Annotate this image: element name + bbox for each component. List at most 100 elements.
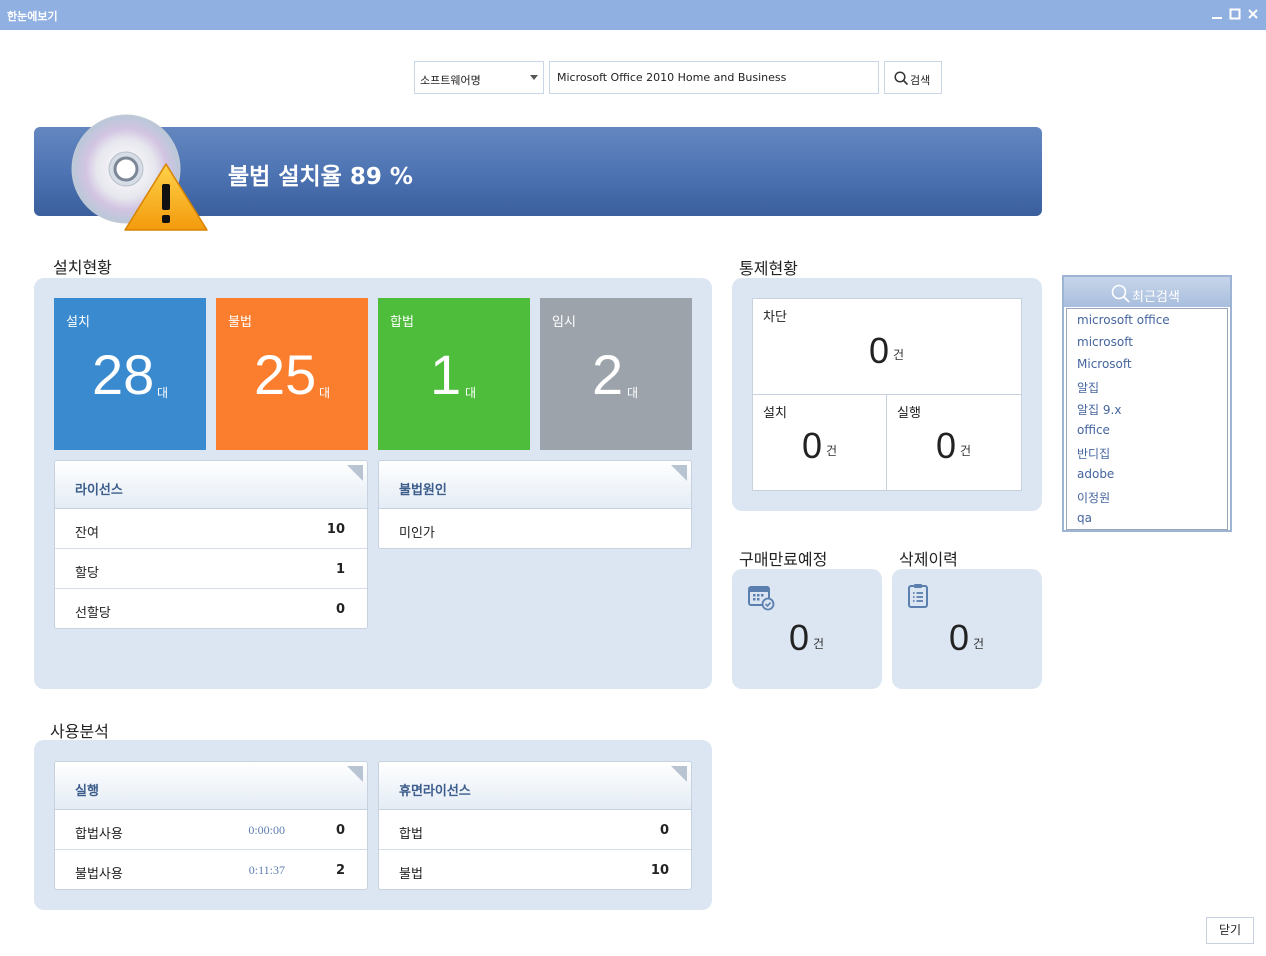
tile-illegal-value: 25 [254,343,317,406]
tile-installed-unit: 대 [157,386,169,400]
search-icon [1111,284,1130,303]
tile-installed-value: 28 [92,343,155,406]
install-status-title: 설치현황 [53,258,112,277]
corner-fold-icon [347,766,363,782]
chevron-down-icon [530,75,538,80]
idle-license-card: 휴면라이선스 합법 0 불법 10 [378,761,692,890]
block-value: 0 [869,330,890,371]
minimize-icon[interactable] [1210,7,1224,21]
license-card-title: 라이선스 [75,483,123,498]
recent-search-item[interactable]: microsoft [1067,331,1227,353]
close-icon[interactable] [1246,7,1260,21]
usage-analysis-title: 사용분석 [50,722,109,741]
recent-search-item[interactable]: 알집 9.x [1067,397,1227,419]
license-remaining-label: 잔여 [75,526,99,541]
recent-search-item[interactable]: adobe [1067,463,1227,485]
recent-search-item[interactable]: qa [1067,507,1227,529]
block-label: 차단 [763,310,787,325]
tile-legal-unit: 대 [465,386,477,400]
idle-legal-value: 0 [659,823,669,838]
install-block-label: 설치 [763,406,787,421]
tile-illegal[interactable]: 불법 25 대 [216,298,368,450]
recent-search-item[interactable]: Microsoft [1067,353,1227,375]
idle-illegal-label: 불법 [399,867,423,882]
clipboard-icon [908,584,928,608]
license-card: 라이선스 잔여 10 할당 1 선할당 0 [54,460,368,629]
purchase-expiry-unit: 건 [813,637,825,651]
illegal-cause-unauthorized: 미인가 [399,526,435,541]
tile-legal[interactable]: 합법 1 대 [378,298,530,450]
recent-search-item[interactable]: microsoft office [1067,309,1227,331]
tile-illegal-label: 불법 [228,315,252,330]
recent-search-title: 최근검색 [1132,290,1180,305]
recent-search-item[interactable]: 알집 [1067,375,1227,397]
tile-temporary[interactable]: 임시 2 대 [540,298,692,450]
tile-installed-label: 설치 [66,315,90,330]
execute-block-unit: 건 [960,444,972,458]
list-item: 잔여 10 [55,509,367,549]
illegal-use-time: 0:11:37 [248,863,285,877]
recent-search-item[interactable]: office [1067,419,1227,441]
table-row: 합법 0 [379,810,691,850]
execution-card-header: 실행 [55,762,367,810]
list-item: 할당 1 [55,549,367,589]
tile-legal-value: 1 [430,343,462,406]
execute-block-value: 0 [936,425,957,466]
illegal-use-value: 2 [335,863,345,878]
corner-fold-icon [671,766,687,782]
delete-history-panel[interactable]: 0 건 [892,569,1042,689]
delete-history-value: 0 [949,617,970,658]
search-button[interactable]: 검색 [884,61,942,94]
license-allocated-value: 1 [335,562,345,577]
delete-history-title: 삭제이력 [899,550,958,569]
legal-use-value: 0 [335,823,345,838]
close-button[interactable]: 닫기 [1206,917,1254,944]
license-allocated-label: 할당 [75,566,99,581]
purchase-expiry-title: 구매만료예정 [739,550,828,569]
tile-installed[interactable]: 설치 28 대 [54,298,206,450]
table-row: 합법사용 0:00:00 0 [55,810,367,850]
window-title: 한눈에보기 [7,10,58,23]
search-input[interactable] [549,61,879,94]
corner-fold-icon [347,465,363,481]
execution-card-title: 실행 [75,784,99,799]
recent-search-panel: 최근검색 microsoft office microsoft Microsof… [1062,275,1232,532]
calendar-icon [748,586,775,611]
illegal-cause-card: 불법원인 미인가 [378,460,692,549]
tile-temporary-value: 2 [592,343,624,406]
purchase-expiry-panel[interactable]: 0 건 [732,569,882,689]
illegal-cause-title: 불법원인 [399,483,447,498]
recent-search-item[interactable]: 반디집 [1067,441,1227,463]
execution-card: 실행 합법사용 0:00:00 0 불법사용 0:11:37 2 [54,761,368,890]
purchase-expiry-value: 0 [789,617,810,658]
divider [753,394,1021,395]
table-row: 불법 10 [379,850,691,889]
table-row: 불법사용 0:11:37 2 [55,850,367,889]
recent-search-item[interactable]: 이정원 [1067,485,1227,507]
control-status-box: 차단 0 건 설치 0 건 실행 0 건 [752,298,1022,491]
title-bar: 한눈에보기 [0,0,1266,30]
license-card-header: 라이선스 [55,461,367,509]
control-status-title: 통제현황 [739,259,798,278]
idle-license-title: 휴면라이선스 [399,784,471,799]
license-remaining-value: 10 [326,522,345,537]
recent-search-header: 최근검색 [1064,277,1230,307]
illegal-use-label: 불법사용 [75,867,123,882]
idle-illegal-value: 10 [650,863,669,878]
idle-license-header: 휴면라이선스 [379,762,691,810]
recent-search-list: microsoft office microsoft Microsoft 알집 … [1066,308,1228,530]
illegal-rate-text: 불법 설치율 89 % [228,164,413,190]
list-item: 선할당 0 [55,589,367,628]
idle-legal-label: 합법 [399,827,423,842]
search-button-label: 검색 [910,74,931,87]
maximize-icon[interactable] [1228,7,1242,21]
search-category-select[interactable]: 소프트웨어명 [414,61,544,94]
delete-history-unit: 건 [973,637,985,651]
license-preallocated-value: 0 [335,602,345,617]
tile-temporary-label: 임시 [552,315,576,330]
divider [886,395,887,491]
legal-use-label: 합법사용 [75,827,123,842]
tile-legal-label: 합법 [390,315,414,330]
install-block-unit: 건 [826,444,838,458]
disc-warning-icon [71,114,208,231]
